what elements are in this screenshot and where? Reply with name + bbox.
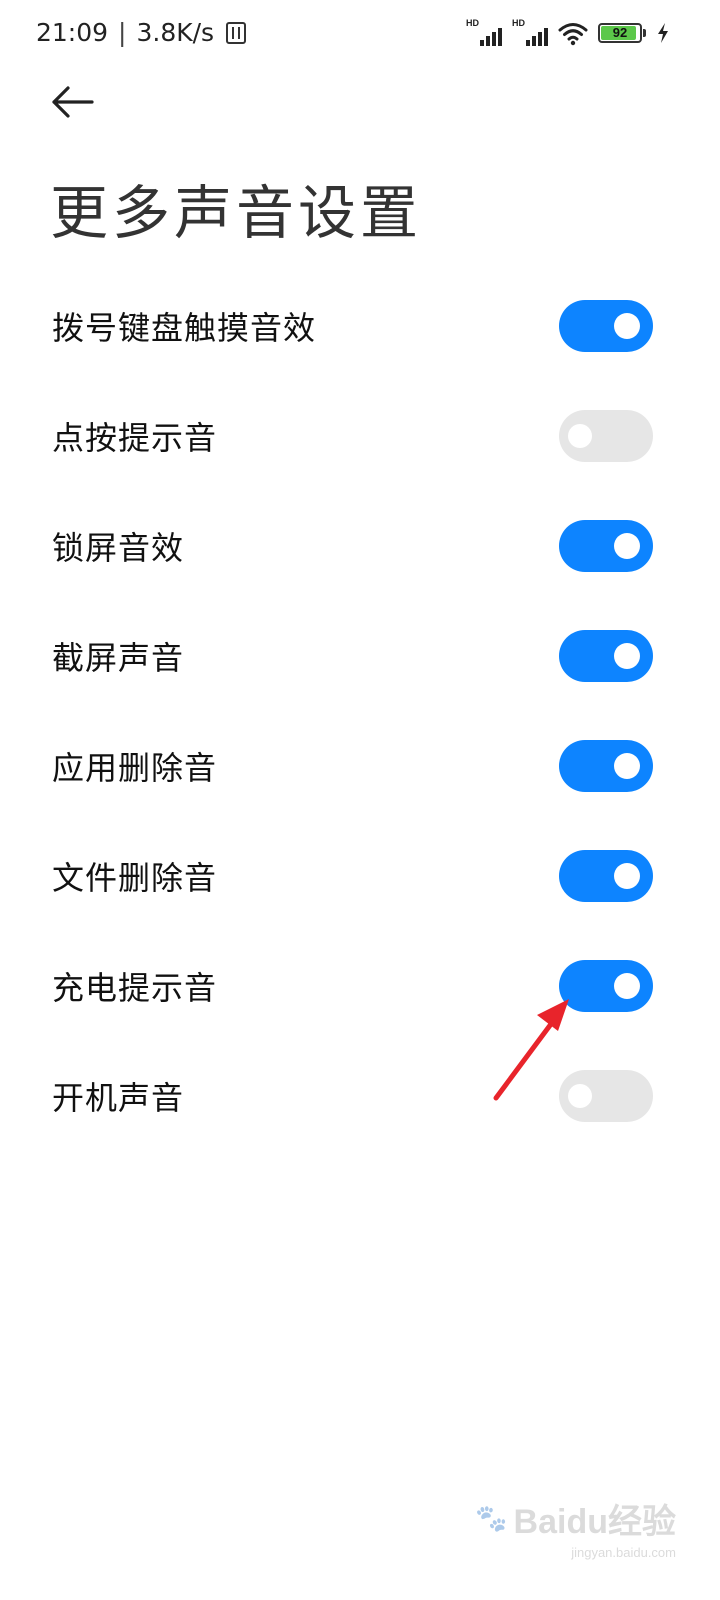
setting-label: 开机声音 xyxy=(52,1079,185,1117)
setting-row-screenshot-sound[interactable]: 截屏声音 xyxy=(0,601,720,711)
toggle-switch[interactable] xyxy=(559,520,653,572)
toggle-knob xyxy=(614,533,640,559)
toggle-switch[interactable] xyxy=(559,300,653,352)
toggle-knob xyxy=(614,643,640,669)
watermark-logo-text: Baidu经验 xyxy=(513,1503,676,1541)
battery-level: 92 xyxy=(612,25,628,40)
watermark: 🐾 Baidu经验 jingyan.baidu.com xyxy=(475,1494,676,1560)
toggle-knob xyxy=(614,973,640,999)
setting-label: 截屏声音 xyxy=(52,639,185,677)
setting-row-dialpad-touch-sound[interactable]: 拨号键盘触摸音效 xyxy=(0,271,720,381)
setting-row-lock-screen-sound[interactable]: 锁屏音效 xyxy=(0,491,720,601)
setting-row-app-delete-sound[interactable]: 应用删除音 xyxy=(0,711,720,821)
bolt-icon xyxy=(658,23,668,43)
settings-list: 拨号键盘触摸音效 点按提示音 锁屏音效 截屏声音 应用删除音 文件删除音 充电提… xyxy=(0,271,720,1151)
watermark-logo: 🐾 Baidu经验 xyxy=(475,1494,676,1543)
status-right: HD HD 92 xyxy=(466,18,670,46)
toggle-switch[interactable] xyxy=(559,630,653,682)
setting-row-file-delete-sound[interactable]: 文件删除音 xyxy=(0,821,720,931)
setting-label: 充电提示音 xyxy=(52,969,218,1007)
arrow-left-icon xyxy=(52,86,94,118)
toggle-knob xyxy=(568,424,592,448)
setting-row-startup-sound[interactable]: 开机声音 xyxy=(0,1041,720,1151)
signal-sim1-icon: HD xyxy=(466,18,502,46)
signal-sim2-icon: HD xyxy=(512,18,548,46)
hd-badge: HD xyxy=(512,18,525,28)
status-separator: | xyxy=(118,18,127,47)
toggle-switch[interactable] xyxy=(559,850,653,902)
toggle-knob xyxy=(568,1084,592,1108)
nfc-icon xyxy=(226,21,247,44)
wifi-icon xyxy=(558,23,588,46)
setting-label: 拨号键盘触摸音效 xyxy=(52,309,317,347)
toggle-switch[interactable] xyxy=(559,960,653,1012)
toggle-knob xyxy=(614,863,640,889)
toggle-knob xyxy=(614,753,640,779)
toggle-knob xyxy=(614,313,640,339)
battery-icon: 92 xyxy=(598,23,646,43)
back-button[interactable] xyxy=(50,82,96,122)
status-bar: 21:09 | 3.8K/s HD HD 92 xyxy=(0,0,720,70)
status-time: 21:09 xyxy=(36,18,109,47)
toggle-switch[interactable] xyxy=(559,410,653,462)
setting-label: 点按提示音 xyxy=(52,419,218,457)
setting-label: 锁屏音效 xyxy=(52,529,185,567)
setting-row-charging-sound[interactable]: 充电提示音 xyxy=(0,931,720,1041)
status-left: 21:09 | 3.8K/s xyxy=(36,18,247,47)
setting-label: 应用删除音 xyxy=(52,749,218,787)
network-speed: 3.8K/s xyxy=(136,18,215,47)
setting-label: 文件删除音 xyxy=(52,859,218,897)
page-title: 更多声音设置 xyxy=(50,179,423,247)
toggle-switch[interactable] xyxy=(559,1070,653,1122)
hd-badge: HD xyxy=(466,18,479,28)
toggle-switch[interactable] xyxy=(559,740,653,792)
watermark-site: jingyan.baidu.com xyxy=(571,1545,676,1560)
paw-icon: 🐾 xyxy=(475,1503,508,1533)
setting-row-tap-sound[interactable]: 点按提示音 xyxy=(0,381,720,491)
